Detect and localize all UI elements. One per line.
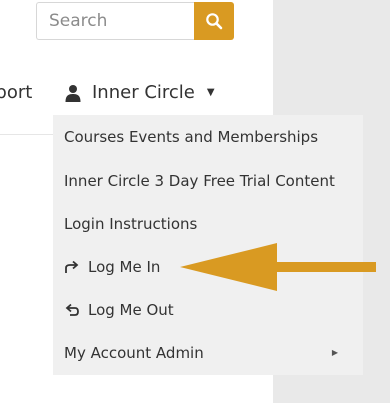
menu-item-my-account-admin[interactable]: My Account Admin ▶	[64, 341, 352, 365]
search-icon	[206, 13, 223, 30]
caret-down-icon: ▼	[206, 87, 215, 98]
user-icon	[65, 85, 81, 102]
search-input[interactable]	[36, 2, 194, 40]
menu-item-courses-events[interactable]: Courses Events and Memberships	[64, 125, 318, 149]
menu-item-login-instructions[interactable]: Login Instructions	[64, 212, 197, 236]
nav-item-inner-circle-label: Inner Circle	[92, 82, 195, 103]
annotation-arrow	[180, 243, 376, 291]
menu-item-log-me-in[interactable]: Log Me In	[64, 255, 160, 279]
menu-item-label: Log Me In	[88, 258, 161, 276]
nav-item-support-label: pport	[0, 82, 33, 103]
nav-item-inner-circle[interactable]: Inner Circle ▼	[65, 80, 215, 106]
submenu-arrow-icon: ▶	[331, 348, 338, 357]
nav-item-support[interactable]: pport	[0, 80, 32, 106]
menu-item-label: Inner Circle 3 Day Free Trial Content	[64, 172, 335, 190]
menu-item-label: My Account Admin	[64, 344, 204, 362]
menu-item-label: Login Instructions	[64, 215, 198, 233]
menu-item-log-me-out[interactable]: Log Me Out	[64, 298, 174, 322]
search-button[interactable]	[194, 2, 234, 40]
menu-item-label: Courses Events and Memberships	[64, 128, 319, 146]
undo-arrow-icon	[65, 303, 79, 316]
share-arrow-icon	[65, 260, 79, 273]
search-bar	[36, 2, 234, 40]
menu-item-label: Log Me Out	[88, 301, 174, 319]
menu-item-free-trial-content[interactable]: Inner Circle 3 Day Free Trial Content	[64, 169, 335, 193]
